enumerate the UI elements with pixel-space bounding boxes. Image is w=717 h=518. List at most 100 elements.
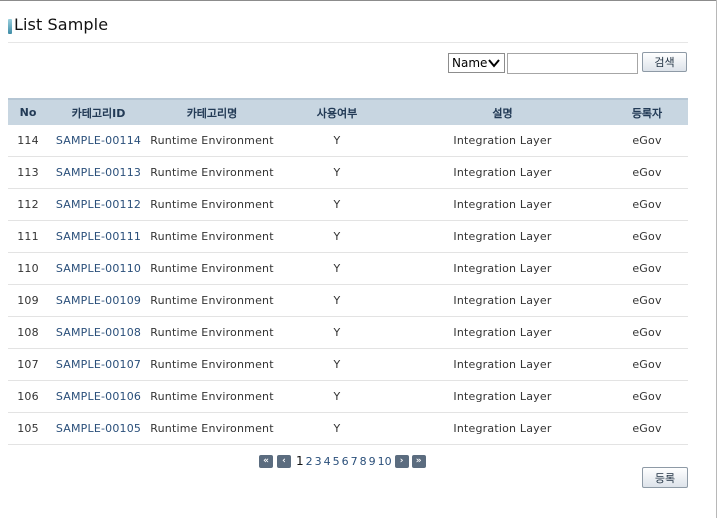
double-chevron-right-icon[interactable]: »: [411, 454, 426, 468]
description: Integration Layer: [399, 252, 606, 285]
search-input[interactable]: [507, 53, 638, 74]
title-bullet-icon: [8, 18, 12, 34]
row-number: 109: [8, 284, 48, 317]
table-row[interactable]: 108 SAMPLE-00108 Runtime Environment Y Integ…: [8, 316, 688, 349]
row-number: 114: [8, 125, 48, 157]
page-link[interactable]: 2: [306, 455, 313, 468]
description: Integration Layer: [399, 156, 606, 189]
description: Integration Layer: [399, 284, 606, 317]
table-row[interactable]: 109 SAMPLE-00109 Runtime Environment Y Integ…: [8, 284, 688, 317]
search-condition-select[interactable]: Name: [448, 53, 505, 73]
search-button[interactable]: 검색: [642, 52, 687, 72]
registrant: eGov: [606, 252, 688, 285]
row-number: 108: [8, 316, 48, 349]
use-flag: Y: [275, 125, 399, 157]
use-flag: Y: [275, 348, 399, 381]
page-link[interactable]: 5: [333, 455, 340, 468]
use-flag: Y: [275, 252, 399, 285]
category-name: Runtime Environment: [149, 412, 275, 445]
row-number: 111: [8, 220, 48, 253]
registrant: eGov: [606, 284, 688, 317]
table-row[interactable]: 105 SAMPLE-00105 Runtime Environment Y Integ…: [8, 412, 688, 445]
category-name: Runtime Environment: [149, 220, 275, 253]
registrant: eGov: [606, 125, 688, 157]
page-link[interactable]: 6: [342, 455, 349, 468]
page-link[interactable]: 7: [351, 455, 358, 468]
table-row[interactable]: 106 SAMPLE-00106 Runtime Environment Y Integ…: [8, 380, 688, 413]
column-header: 카테고리명: [149, 98, 275, 125]
page-link[interactable]: 9: [369, 455, 376, 468]
category-name: Runtime Environment: [149, 380, 275, 413]
register-button[interactable]: 등록: [642, 467, 688, 488]
registrant: eGov: [606, 188, 688, 221]
column-header: 등록자: [606, 98, 688, 125]
pagination: « ‹ 1 2 3 4 5 6 7 8 9 10 ›»: [259, 452, 430, 470]
registrant: eGov: [606, 220, 688, 253]
window-top-border: [0, 0, 717, 1]
chevron-right-icon[interactable]: ›: [394, 454, 409, 468]
use-flag: Y: [275, 220, 399, 253]
category-name: Runtime Environment: [149, 316, 275, 349]
table-row[interactable]: 107 SAMPLE-00107 Runtime Environment Y Integ…: [8, 348, 688, 381]
column-header: 카테고리ID: [48, 98, 149, 125]
category-name: Runtime Environment: [149, 125, 275, 157]
description: Integration Layer: [399, 188, 606, 221]
use-flag: Y: [275, 412, 399, 445]
registrant: eGov: [606, 316, 688, 349]
table-row[interactable]: 110 SAMPLE-00110 Runtime Environment Y Integ…: [8, 252, 688, 285]
page-link[interactable]: 4: [324, 455, 331, 468]
registrant: eGov: [606, 412, 688, 445]
page-current: 1: [296, 454, 304, 468]
column-header: 사용여부: [275, 98, 399, 125]
category-id-link[interactable]: SAMPLE-00107: [48, 348, 149, 381]
registrant: eGov: [606, 348, 688, 381]
description: Integration Layer: [399, 348, 606, 381]
category-id-link[interactable]: SAMPLE-00105: [48, 412, 149, 445]
use-flag: Y: [275, 188, 399, 221]
table-header-row: No 카테고리ID 카테고리명 사용여부 설명 등록자: [8, 98, 688, 125]
category-name: Runtime Environment: [149, 188, 275, 221]
search-condition-value: Name: [452, 56, 488, 70]
chevron-down-icon: [488, 59, 500, 68]
registrant: eGov: [606, 380, 688, 413]
table-body: 114 SAMPLE-00114 Runtime Environment Y Integ…: [8, 125, 688, 445]
table-row[interactable]: 111 SAMPLE-00111 Runtime Environment Y Integ…: [8, 220, 688, 253]
category-id-link[interactable]: SAMPLE-00108: [48, 316, 149, 349]
category-name: Runtime Environment: [149, 252, 275, 285]
chevron-left-icon[interactable]: ‹: [277, 454, 291, 468]
description: Integration Layer: [399, 125, 606, 157]
row-number: 110: [8, 252, 48, 285]
page-link[interactable]: 10: [378, 455, 392, 468]
description: Integration Layer: [399, 380, 606, 413]
page-title: List Sample: [14, 14, 109, 34]
use-flag: Y: [275, 316, 399, 349]
category-name: Runtime Environment: [149, 156, 275, 189]
row-number: 112: [8, 188, 48, 221]
category-id-link[interactable]: SAMPLE-00110: [48, 252, 149, 285]
page-link[interactable]: 8: [360, 455, 367, 468]
category-id-link[interactable]: SAMPLE-00106: [48, 380, 149, 413]
page-header: List Sample: [8, 14, 108, 34]
row-number: 106: [8, 380, 48, 413]
registrant: eGov: [606, 156, 688, 189]
category-id-link[interactable]: SAMPLE-00112: [48, 188, 149, 221]
row-number: 105: [8, 412, 48, 445]
column-header: 설명: [399, 98, 606, 125]
description: Integration Layer: [399, 412, 606, 445]
table-row[interactable]: 113 SAMPLE-00113 Runtime Environment Y Integ…: [8, 156, 688, 189]
page-link[interactable]: 3: [315, 455, 322, 468]
double-chevron-left-icon[interactable]: «: [259, 454, 273, 468]
category-name: Runtime Environment: [149, 284, 275, 317]
use-flag: Y: [275, 156, 399, 189]
use-flag: Y: [275, 380, 399, 413]
category-id-link[interactable]: SAMPLE-00114: [48, 125, 149, 157]
category-id-link[interactable]: SAMPLE-00109: [48, 284, 149, 317]
title-divider: [8, 42, 688, 43]
table-row[interactable]: 112 SAMPLE-00112 Runtime Environment Y Integ…: [8, 188, 688, 221]
table-row[interactable]: 114 SAMPLE-00114 Runtime Environment Y Integ…: [8, 125, 688, 157]
use-flag: Y: [275, 284, 399, 317]
category-id-link[interactable]: SAMPLE-00113: [48, 156, 149, 189]
category-name: Runtime Environment: [149, 348, 275, 381]
category-id-link[interactable]: SAMPLE-00111: [48, 220, 149, 253]
column-header: No: [8, 98, 48, 125]
